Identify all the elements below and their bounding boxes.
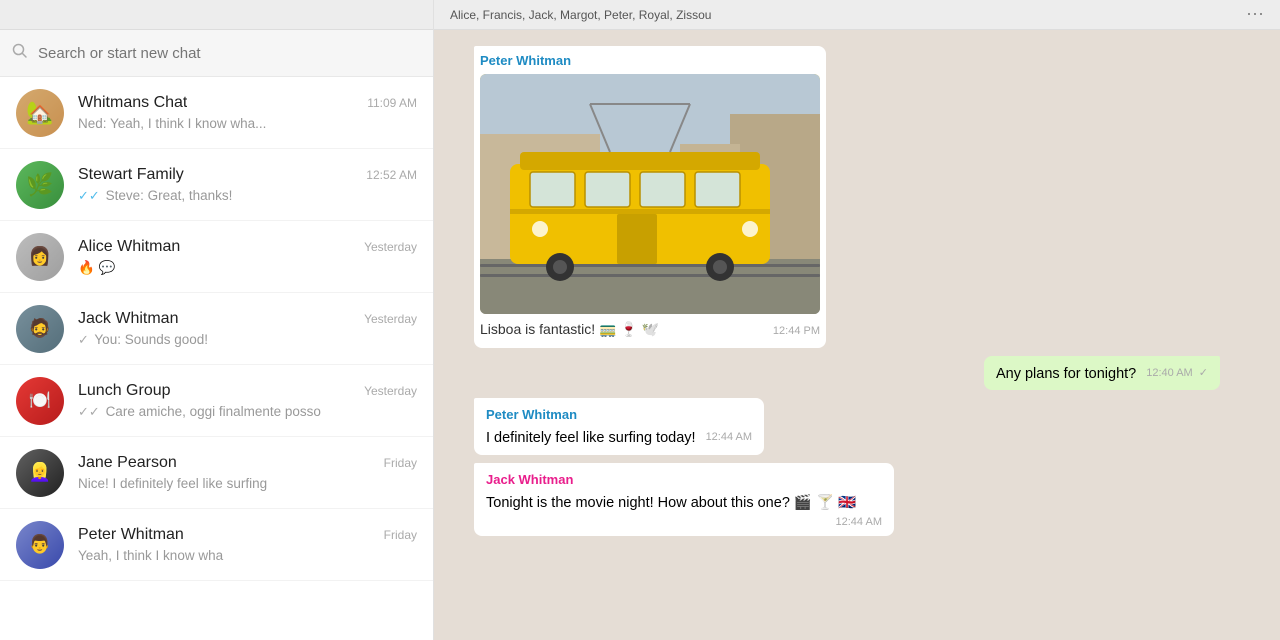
search-bar[interactable] xyxy=(0,30,433,77)
avatar-alice-whitman: 👩 xyxy=(16,233,64,281)
avatar-stewart-family: 🌿 xyxy=(16,161,64,209)
single-tick-gray: ✓ xyxy=(78,332,89,347)
chat-preview: 🔥 💬 xyxy=(78,260,417,276)
group-members-label: Alice, Francis, Jack, Margot, Peter, Roy… xyxy=(450,8,711,22)
chat-item-peter-whitman[interactable]: 👨 Peter Whitman Friday Yeah, I think I k… xyxy=(0,509,433,581)
double-tick-blue: ✓✓ xyxy=(78,188,100,203)
chat-preview: Ned: Yeah, I think I know wha... xyxy=(78,116,417,131)
chat-name: Whitmans Chat xyxy=(78,94,187,112)
chat-preview-text: Ned: Yeah, I think I know wha... xyxy=(78,116,266,131)
chat-time: Friday xyxy=(384,528,417,542)
msg-text: I definitely feel like surfing today! xyxy=(486,430,696,446)
double-tick-gray: ✓✓ xyxy=(78,404,100,419)
chat-info-lunch-group: Lunch Group Yesterday ✓✓ Care amiche, og… xyxy=(78,382,417,420)
chat-time: Yesterday xyxy=(364,240,417,254)
chat-top-bar: Alice, Francis, Jack, Margot, Peter, Roy… xyxy=(434,0,1280,30)
chat-area: Alice, Francis, Jack, Margot, Peter, Roy… xyxy=(434,0,1280,640)
chat-info-stewart-family: Stewart Family 12:52 AM ✓✓ Steve: Great,… xyxy=(78,166,417,204)
chat-preview: ✓✓ Care amiche, oggi finalmente posso xyxy=(78,404,417,420)
message-peter-surfing: Peter Whitman I definitely feel like sur… xyxy=(474,398,764,454)
chat-preview: Yeah, I think I know wha xyxy=(78,548,417,563)
chat-info-peter-whitman: Peter Whitman Friday Yeah, I think I kno… xyxy=(78,526,417,563)
tram-image xyxy=(480,74,820,314)
chat-preview-text: Yeah, I think I know wha xyxy=(78,548,223,563)
chat-info-jane-pearson: Jane Pearson Friday Nice! I definitely f… xyxy=(78,454,417,491)
msg-time: 12:44 AM xyxy=(836,515,882,530)
search-icon xyxy=(12,43,28,64)
sidebar-header xyxy=(0,0,433,30)
msg-time: 12:44 AM xyxy=(706,430,752,445)
avatar-whitmans-chat: 🏡 xyxy=(16,89,64,137)
chat-item-whitmans-chat[interactable]: 🏡 Whitmans Chat 11:09 AM Ned: Yeah, I th… xyxy=(0,77,433,149)
chat-item-jane-pearson[interactable]: 👱‍♀️ Jane Pearson Friday Nice! I definit… xyxy=(0,437,433,509)
chat-name: Jack Whitman xyxy=(78,310,178,328)
avatar-jane-pearson: 👱‍♀️ xyxy=(16,449,64,497)
chat-info-alice-whitman: Alice Whitman Yesterday 🔥 💬 xyxy=(78,238,417,276)
chat-item-stewart-family[interactable]: 🌿 Stewart Family 12:52 AM ✓✓ Steve: Grea… xyxy=(0,149,433,221)
chat-item-alice-whitman[interactable]: 👩 Alice Whitman Yesterday 🔥 💬 xyxy=(0,221,433,293)
chat-preview-text: Nice! I definitely feel like surfing xyxy=(78,476,267,491)
chat-time: Yesterday xyxy=(364,384,417,398)
avatar-lunch-group: 🍽️ xyxy=(16,377,64,425)
msg-sender-name: Peter Whitman xyxy=(480,52,820,70)
chat-time: Yesterday xyxy=(364,312,417,326)
chat-list: 🏡 Whitmans Chat 11:09 AM Ned: Yeah, I th… xyxy=(0,77,433,640)
chat-preview-text: You: Sounds good! xyxy=(94,332,208,347)
avatar-peter-whitman: 👨 xyxy=(16,521,64,569)
chat-name: Alice Whitman xyxy=(78,238,180,256)
chat-name: Stewart Family xyxy=(78,166,184,184)
chat-name: Peter Whitman xyxy=(78,526,184,544)
avatar-jack-whitman: 🧔 xyxy=(16,305,64,353)
chat-preview: ✓✓ Steve: Great, thanks! xyxy=(78,188,417,204)
chat-time: 12:52 AM xyxy=(366,168,417,182)
chat-preview: Nice! I definitely feel like surfing xyxy=(78,476,417,491)
sidebar: 🏡 Whitmans Chat 11:09 AM Ned: Yeah, I th… xyxy=(0,0,434,640)
chat-info-jack-whitman: Jack Whitman Yesterday ✓ You: Sounds goo… xyxy=(78,310,417,348)
search-input[interactable] xyxy=(38,45,421,62)
chat-time: Friday xyxy=(384,456,417,470)
msg-time: 12:44 PM xyxy=(773,324,820,339)
msg-text: Any plans for tonight? xyxy=(996,366,1136,382)
msg-text: Lisboa is fantastic! 🚃 🍷 🕊️ xyxy=(480,320,659,340)
msg-text: Tonight is the movie night! How about th… xyxy=(486,495,856,511)
chat-time: 11:09 AM xyxy=(367,96,417,110)
chat-name: Lunch Group xyxy=(78,382,171,400)
chat-item-jack-whitman[interactable]: 🧔 Jack Whitman Yesterday ✓ You: Sounds g… xyxy=(0,293,433,365)
chat-info-whitmans-chat: Whitmans Chat 11:09 AM Ned: Yeah, I thin… xyxy=(78,94,417,131)
msg-time: 12:40 AM ✓ xyxy=(1146,366,1208,381)
msg-sender-name: Peter Whitman xyxy=(486,406,752,424)
messages-area: Peter Whitman xyxy=(434,30,1280,640)
chat-preview-text: Steve: Great, thanks! xyxy=(106,188,233,203)
chat-preview-text: Care amiche, oggi finalmente posso xyxy=(106,404,321,419)
chat-name: Jane Pearson xyxy=(78,454,177,472)
message-outgoing-plans: Any plans for tonight? 12:40 AM ✓ xyxy=(984,356,1220,390)
chat-item-lunch-group[interactable]: 🍽️ Lunch Group Yesterday ✓✓ Care amiche,… xyxy=(0,365,433,437)
msg-sender-name: Jack Whitman xyxy=(486,471,882,489)
message-peter-tram: Peter Whitman xyxy=(474,46,826,348)
more-options-icon[interactable]: ⋯ xyxy=(1246,4,1264,25)
chat-preview: ✓ You: Sounds good! xyxy=(78,332,417,348)
chat-preview-emoji: 🔥 💬 xyxy=(78,260,115,275)
msg-tick: ✓ xyxy=(1199,367,1208,379)
message-jack-movie: Jack Whitman Tonight is the movie night!… xyxy=(474,463,894,537)
